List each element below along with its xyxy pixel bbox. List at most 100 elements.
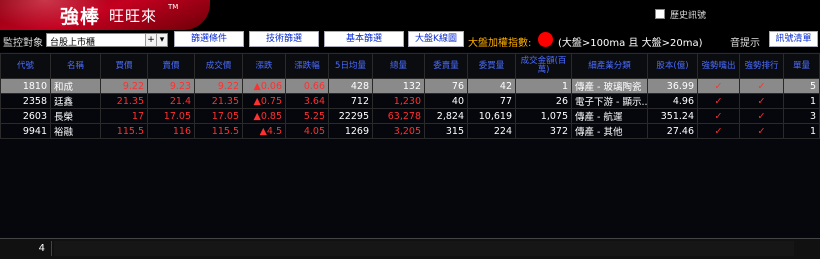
table-row[interactable]: 2603 長榮 17 17.05 17.05 ▲0.85 5.25 22295 … (0, 108, 820, 124)
brand-logo: 強棒 旺旺來 TM (0, 0, 210, 30)
col-name[interactable]: 名稱 (50, 53, 101, 79)
brand-subtitle: 旺旺來 (109, 7, 158, 25)
index-indicator-light (538, 32, 553, 47)
col-bid-volume[interactable]: 委買量 (467, 53, 516, 79)
history-checkbox[interactable] (655, 9, 665, 19)
cell-bid: 17 (100, 108, 148, 124)
cell-change: ▲0.75 (242, 93, 286, 109)
check-icon: ✓ (739, 123, 784, 139)
check-icon: ✓ (697, 108, 740, 124)
col-change[interactable]: 漲跌 (242, 53, 286, 79)
check-icon: ✓ (739, 108, 784, 124)
check-icon: ✓ (739, 78, 784, 94)
cell-name: 裕融 (50, 123, 101, 139)
cell-volume: 3,205 (372, 123, 425, 139)
cell-ask: 116 (147, 123, 195, 139)
col-code[interactable]: 代號 (0, 53, 51, 79)
stock-table: 代號 名稱 買價 賣價 成交價 漲跌 漲跌幅 5日均量 總量 委賣量 委買量 成… (0, 53, 820, 139)
market-select-value: 台股上市櫃 (50, 38, 96, 48)
cell-industry: 傳產 - 航運 (571, 108, 648, 124)
market-kline-button[interactable]: 大盤K線圖 (408, 31, 464, 47)
col-unit-volume[interactable]: 單量 (783, 53, 820, 79)
cell-change-pct: 3.64 (285, 93, 329, 109)
cell-ask-volume: 315 (424, 123, 468, 139)
col-avg5-volume[interactable]: 5日均量 (328, 53, 373, 79)
cell-ask: 17.05 (147, 108, 195, 124)
cell-price: 115.5 (194, 123, 243, 139)
cell-code: 9941 (0, 123, 51, 139)
col-amount[interactable]: 成交金額(百萬) (515, 53, 572, 79)
cell-avg5: 428 (328, 78, 373, 94)
market-select[interactable]: 台股上市櫃 + ▾ (46, 33, 168, 48)
cell-industry: 電子下游 - 顯示... (571, 93, 648, 109)
col-ask[interactable]: 賣價 (147, 53, 195, 79)
cell-amount: 372 (515, 123, 572, 139)
check-icon: ✓ (739, 93, 784, 109)
cell-unit-volume: 5 (783, 78, 820, 94)
col-change-pct[interactable]: 漲跌幅 (285, 53, 329, 79)
col-total-volume[interactable]: 總量 (372, 53, 425, 79)
cell-name: 長榮 (50, 108, 101, 124)
plus-icon[interactable]: + (145, 34, 156, 46)
cell-ask-volume: 40 (424, 93, 468, 109)
cell-ask: 9.23 (147, 78, 195, 94)
cell-volume: 63,278 (372, 108, 425, 124)
title-bar: 強棒 旺旺來 TM 歷史訊號 (0, 0, 820, 30)
table-row[interactable]: 1810 和成 9.22 9.23 9.22 ▲0.06 0.66 428 13… (0, 78, 820, 94)
technical-filter-button[interactable]: 技術篩選 (249, 31, 319, 47)
chevron-down-icon[interactable]: ▾ (156, 34, 167, 46)
status-bar: 4 (0, 238, 820, 259)
cell-amount: 26 (515, 93, 572, 109)
cell-name: 和成 (50, 78, 101, 94)
cell-code: 2603 (0, 108, 51, 124)
filter-conditions-button[interactable]: 篩選條件 (174, 31, 244, 47)
history-signal-toggle[interactable]: 歷史訊號 (655, 8, 707, 21)
cell-bid: 21.35 (100, 93, 148, 109)
status-panel (54, 241, 794, 256)
col-price[interactable]: 成交價 (194, 53, 243, 79)
cell-volume: 1,230 (372, 93, 425, 109)
cell-change-pct: 0.66 (285, 78, 329, 94)
cell-change-pct: 5.25 (285, 108, 329, 124)
cell-code: 2358 (0, 93, 51, 109)
cell-ask-volume: 76 (424, 78, 468, 94)
cell-change-pct: 4.05 (285, 123, 329, 139)
cell-industry: 傳產 - 其他 (571, 123, 648, 139)
cell-bid-volume: 10,619 (467, 108, 516, 124)
cell-bid-volume: 42 (467, 78, 516, 94)
cell-ask-volume: 2,824 (424, 108, 468, 124)
index-condition: (大盤>100ma 且 大盤>20ma) (558, 38, 703, 49)
cell-capital: 36.99 (647, 78, 698, 94)
col-bid[interactable]: 買價 (100, 53, 148, 79)
col-strong-rank[interactable]: 強勢排行 (739, 53, 784, 79)
col-capital[interactable]: 股本(億) (647, 53, 698, 79)
col-ask-volume[interactable]: 委賣量 (424, 53, 468, 79)
cell-ask: 21.4 (147, 93, 195, 109)
cell-unit-volume: 1 (783, 93, 820, 109)
toolbar: 監控對象 台股上市櫃 + ▾ 篩選條件 技術篩選 基本篩選 大盤K線圖 大盤加權… (0, 30, 820, 52)
cell-change: ▲0.85 (242, 108, 286, 124)
monitor-label: 監控對象 (3, 38, 43, 49)
signal-list-button[interactable]: 訊號清單 (769, 31, 818, 47)
cell-change: ▲4.5 (242, 123, 286, 139)
cell-avg5: 712 (328, 93, 373, 109)
cell-avg5: 1269 (328, 123, 373, 139)
cell-volume: 132 (372, 78, 425, 94)
table-row[interactable]: 2358 廷鑫 21.35 21.4 21.35 ▲0.75 3.64 712 … (0, 93, 820, 109)
cell-bid: 115.5 (100, 123, 148, 139)
table-row[interactable]: 9941 裕融 115.5 116 115.5 ▲4.5 4.05 1269 3… (0, 123, 820, 139)
cell-capital: 4.96 (647, 93, 698, 109)
table-header-row: 代號 名稱 買價 賣價 成交價 漲跌 漲跌幅 5日均量 總量 委賣量 委買量 成… (0, 53, 820, 79)
cell-price: 21.35 (194, 93, 243, 109)
basic-filter-button[interactable]: 基本篩選 (324, 31, 404, 47)
col-industry[interactable]: 細產業分類 (571, 53, 648, 79)
brand-title: 強棒 (60, 6, 101, 28)
cell-bid: 9.22 (100, 78, 148, 94)
cell-amount: 1 (515, 78, 572, 94)
check-icon: ✓ (697, 93, 740, 109)
brand-trademark: TM (168, 3, 179, 11)
row-count: 4 (0, 241, 52, 256)
col-strong-signal[interactable]: 強勢嘴出 (697, 53, 740, 79)
history-label: 歷史訊號 (670, 10, 707, 21)
cell-industry: 傳產 - 玻璃陶瓷 (571, 78, 648, 94)
